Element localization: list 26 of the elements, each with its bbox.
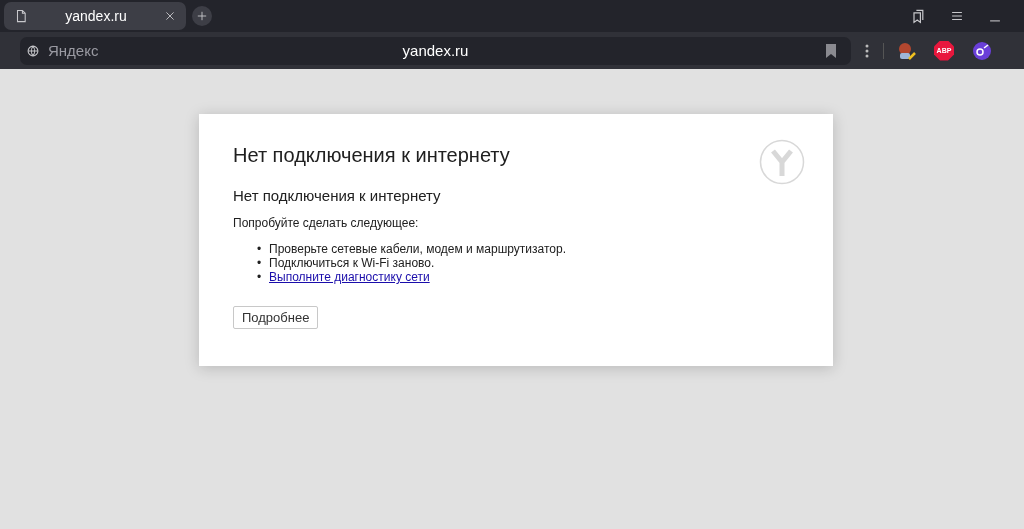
bookmark-icon[interactable] bbox=[825, 43, 837, 58]
bullet: • bbox=[257, 256, 263, 270]
intro-text: Попробуйте сделать следующее: bbox=[233, 216, 420, 230]
bullet: • bbox=[257, 270, 263, 284]
page-icon bbox=[14, 9, 28, 23]
suggestion-text: Подключиться к Wi-Fi заново. bbox=[269, 256, 435, 270]
plus-icon bbox=[196, 10, 208, 22]
bookmarks-icon[interactable] bbox=[910, 8, 926, 24]
close-icon[interactable] bbox=[164, 10, 176, 22]
error-subtitle: Нет подключения к интернету bbox=[233, 187, 442, 204]
extension-icon[interactable] bbox=[896, 40, 916, 61]
new-tab-button[interactable] bbox=[192, 6, 212, 26]
url-text: yandex.ru bbox=[402, 42, 469, 59]
bullet: • bbox=[257, 242, 263, 256]
diagnostics-link[interactable]: Выполните диагностику сети bbox=[269, 270, 430, 284]
extension-icon[interactable] bbox=[972, 40, 992, 61]
more-icon[interactable] bbox=[865, 43, 869, 58]
error-title: Нет подключения к интернету bbox=[233, 144, 511, 167]
browser-tab[interactable]: yandex.ru bbox=[4, 2, 186, 30]
menu-icon[interactable] bbox=[950, 9, 964, 23]
globe-icon bbox=[26, 43, 40, 58]
browser-logo-icon bbox=[759, 139, 805, 185]
details-button[interactable]: Подробнее bbox=[233, 306, 319, 329]
site-name: Яндекс bbox=[48, 42, 99, 59]
suggestion-text: Проверьте сетевые кабели, модем и маршрутизатор. bbox=[269, 242, 566, 256]
address-bar[interactable]: Яндекс yandex.ru bbox=[20, 36, 851, 65]
